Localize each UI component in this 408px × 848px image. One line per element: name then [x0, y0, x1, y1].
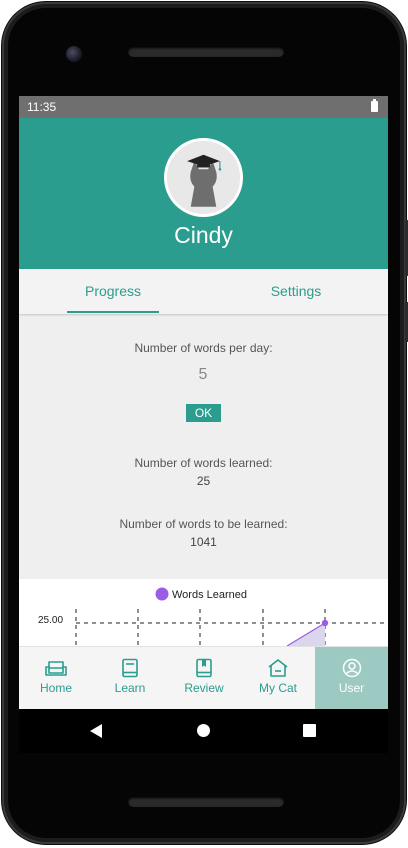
nav-review-label: Review: [184, 681, 224, 695]
avatar[interactable]: [164, 138, 243, 217]
user-name: Cindy: [174, 222, 233, 248]
legend-swatch: [155, 587, 169, 601]
tab-indicator: [67, 311, 159, 313]
legend-label: Words Learned: [172, 589, 247, 601]
progress-panel: Number of words per day: OK Number of wo…: [19, 314, 388, 579]
chart-marks: [75, 609, 388, 646]
words-to-learn-value: 1041: [190, 535, 217, 549]
chart-svg: Words Learned 25.00: [38, 587, 388, 646]
profile-tabs: Progress Settings: [19, 269, 388, 314]
profile-header: Cindy: [19, 118, 388, 269]
nav-home-label: Home: [39, 681, 72, 695]
status-time: 11:35: [27, 100, 57, 114]
tab-progress[interactable]: Progress: [67, 269, 159, 314]
nav-learn[interactable]: Learn: [93, 647, 167, 709]
bookmark-book-icon: [196, 658, 212, 678]
words-per-day-label: Number of words per day:: [134, 341, 273, 355]
nav-learn-label: Learn: [114, 681, 146, 695]
data-point: [321, 619, 329, 627]
nav-user-label: User: [338, 681, 365, 695]
words-learned-label: Number of words learned:: [134, 456, 273, 470]
graduate-cat-icon: [167, 141, 240, 214]
user-circle-icon: [342, 658, 361, 678]
bottom-nav: Home Learn Review My Cat User: [19, 646, 388, 709]
front-camera: [66, 46, 82, 62]
y-tick-label: 25.00: [38, 615, 63, 626]
app-screen: 11:35 Cindy Progress Settings Number of …: [19, 96, 388, 709]
battery-icon: [371, 99, 378, 112]
status-bar: 11:35: [19, 96, 388, 118]
progress-chart: Words Learned 25.00: [19, 579, 388, 646]
back-icon[interactable]: [90, 724, 102, 738]
nav-my-cat-label: My Cat: [258, 681, 297, 695]
words-to-learn-label: Number of words to be learned:: [119, 517, 288, 531]
ok-button[interactable]: OK: [186, 404, 221, 422]
words-learned-value: 25: [196, 474, 211, 488]
home-icon[interactable]: [197, 724, 210, 737]
sofa-icon: [45, 661, 67, 676]
words-per-day-input[interactable]: [163, 366, 243, 384]
recent-apps-icon[interactable]: [303, 724, 316, 737]
system-nav-bar: [19, 709, 388, 753]
book-icon: [122, 658, 138, 678]
bottom-speaker: [128, 797, 284, 807]
nav-home[interactable]: Home: [19, 647, 93, 709]
nav-user[interactable]: User: [315, 647, 388, 709]
tab-settings[interactable]: Settings: [251, 269, 341, 314]
nav-my-cat[interactable]: My Cat: [241, 647, 315, 709]
earpiece-speaker: [128, 47, 284, 57]
nav-review[interactable]: Review: [167, 647, 241, 709]
house-icon: [268, 659, 288, 677]
